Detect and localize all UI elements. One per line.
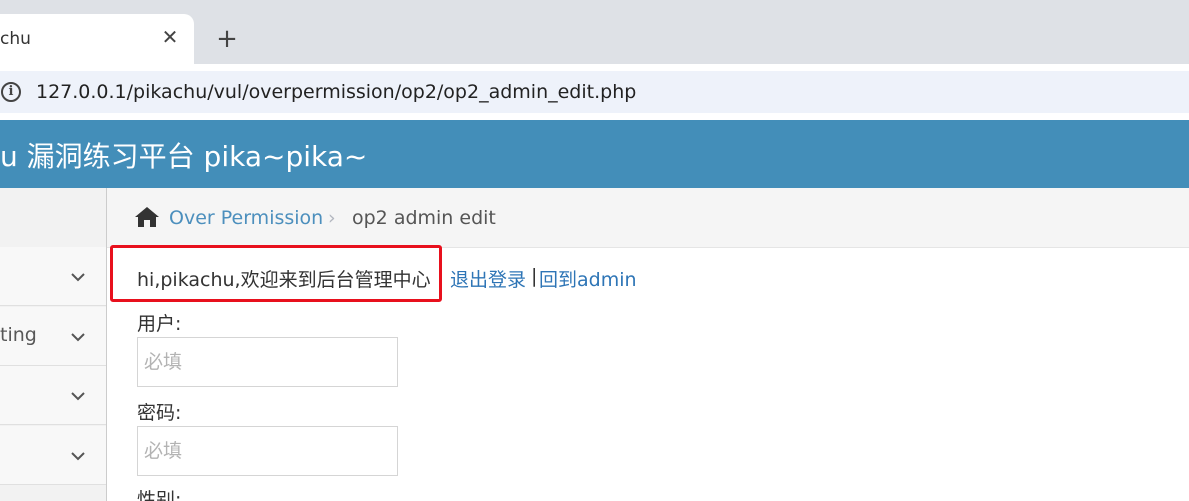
address-bar[interactable]: i 127.0.0.1/pikachu/vul/overpermission/o… — [0, 71, 1189, 113]
tab-title: chu — [0, 29, 31, 49]
chevron-down-icon — [71, 333, 85, 342]
username-label: 用户: — [137, 313, 182, 335]
chevron-down-icon — [71, 273, 85, 282]
sidebar-item-1[interactable] — [0, 247, 106, 306]
close-tab-icon[interactable]: ✕ — [159, 26, 181, 48]
address-bar-row: i 127.0.0.1/pikachu/vul/overpermission/o… — [0, 64, 1189, 120]
chevron-down-icon — [71, 392, 85, 401]
main-content: hi,pikachu,欢迎来到后台管理中心 退出登录 | 回到admin 用户:… — [107, 245, 1189, 501]
logout-link[interactable]: 退出登录 — [450, 265, 526, 292]
link-divider: | — [531, 265, 538, 287]
welcome-text: hi,pikachu,欢迎来到后台管理中心 — [137, 269, 431, 291]
home-icon[interactable] — [134, 206, 160, 228]
active-tab[interactable]: chu ✕ — [0, 14, 194, 64]
chevron-down-icon — [71, 452, 85, 461]
new-tab-icon[interactable]: + — [214, 26, 240, 52]
gender-label: 性别: — [137, 489, 182, 501]
site-info-icon[interactable]: i — [1, 82, 21, 102]
password-input[interactable] — [137, 426, 398, 476]
sidebar: ting — [0, 188, 107, 501]
tab-strip: chu ✕ + — [0, 0, 1189, 64]
url-text[interactable]: 127.0.0.1/pikachu/vul/overpermission/op2… — [36, 81, 636, 103]
breadcrumb-current: op2 admin edit — [352, 207, 496, 229]
breadcrumb-separator: › — [328, 207, 336, 229]
sidebar-item-3[interactable] — [0, 366, 106, 425]
sidebar-item-2[interactable]: ting — [0, 307, 106, 366]
back-to-admin-link[interactable]: 回到admin — [539, 265, 637, 292]
sidebar-item-label: ting — [0, 324, 37, 346]
app-header: u 漏洞练习平台 pika~pika~ — [0, 120, 1189, 188]
username-input[interactable] — [137, 337, 398, 387]
sidebar-item-4[interactable] — [0, 426, 106, 485]
app-brand[interactable]: u 漏洞练习平台 pika~pika~ — [0, 135, 367, 175]
password-label: 密码: — [137, 402, 182, 424]
breadcrumb: Over Permission › op2 admin edit — [107, 188, 1189, 248]
breadcrumb-link[interactable]: Over Permission — [169, 207, 323, 229]
